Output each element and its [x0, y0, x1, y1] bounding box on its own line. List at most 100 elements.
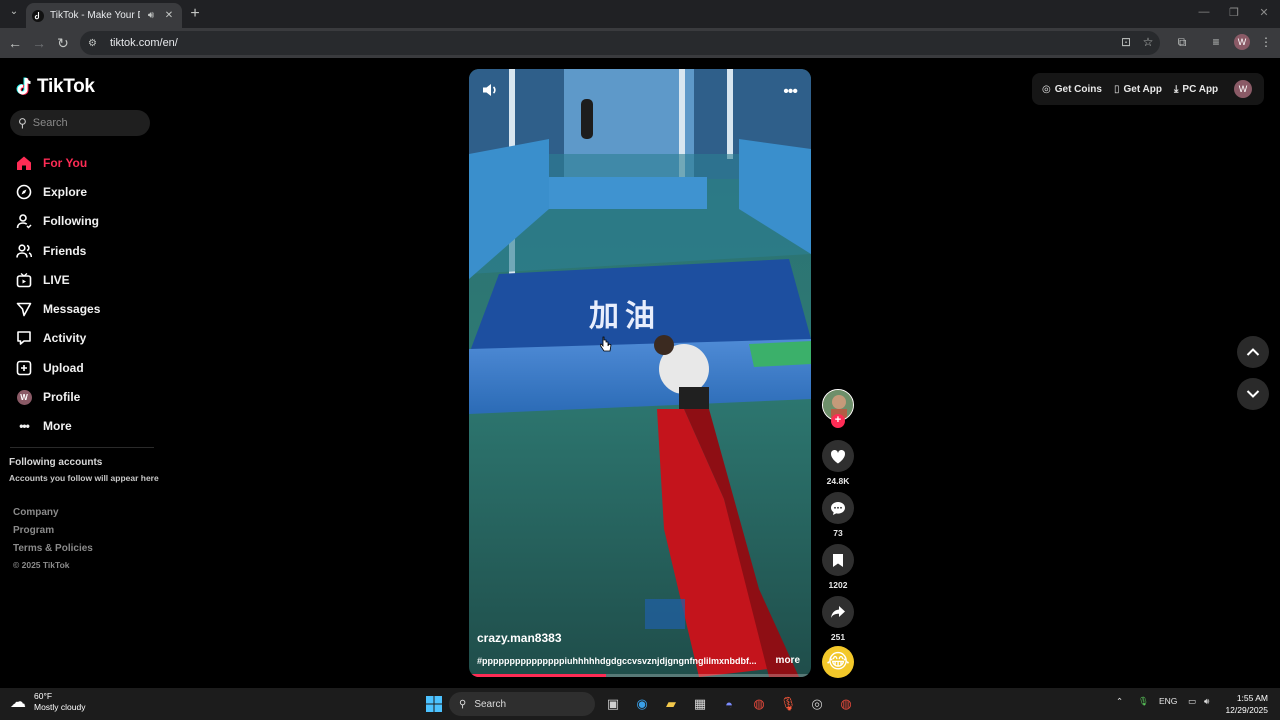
window-close-icon[interactable]: ✕ — [1250, 6, 1278, 19]
tray-volume-icon[interactable]: 🔊︎ — [1204, 696, 1209, 707]
weather-widget[interactable]: ☁ 60°F Mostly cloudy — [10, 691, 86, 713]
brand-name: TikTok — [37, 76, 95, 97]
follow-plus-icon[interactable]: + — [831, 414, 845, 428]
share-count: 251 — [830, 632, 846, 642]
store-icon[interactable]: ▦ — [689, 693, 711, 715]
site-info-icon[interactable]: ⚙︎ — [88, 38, 102, 49]
browser-tab[interactable]: TikTok - Make Your Day 🔊︎ ✕ — [26, 3, 182, 28]
sidebar-item-label: Friends — [43, 243, 87, 258]
footer-link-terms[interactable]: Terms & Policies — [13, 543, 93, 554]
sidebar-item-more[interactable]: ••• More — [16, 412, 156, 441]
like-button[interactable] — [822, 440, 854, 472]
install-app-icon[interactable]: ⊡ — [1118, 35, 1134, 51]
sidebar-item-activity[interactable]: Activity — [16, 324, 156, 353]
url-field[interactable]: ⚙︎ tiktok.com/en/ — [80, 31, 1160, 55]
forward-icon[interactable]: → — [30, 34, 48, 52]
windows-start-icon[interactable] — [423, 693, 445, 715]
new-tab-button[interactable]: + — [186, 5, 204, 23]
video-progress-bar[interactable] — [469, 674, 811, 677]
footer-link-company[interactable]: Company — [13, 507, 59, 518]
sidebar-item-label: LIVE — [43, 272, 70, 287]
sidebar-item-label: Profile — [43, 390, 81, 405]
sidebar-item-explore[interactable]: Explore — [16, 177, 156, 206]
sidebar-item-label: Upload — [43, 360, 84, 375]
download-icon: ⤓ — [1174, 83, 1179, 95]
home-icon — [16, 155, 32, 171]
following-accounts-title: Following accounts — [9, 457, 103, 468]
tray-mic-icon[interactable]: 🎙︎ — [1138, 696, 1149, 707]
user-avatar[interactable]: W — [1234, 80, 1252, 98]
compass-icon — [16, 184, 32, 200]
share-icon — [831, 606, 845, 618]
search-input[interactable]: ⚲ Search — [10, 110, 150, 136]
discord-icon[interactable]: ◓ — [718, 693, 740, 715]
video-player[interactable]: 加油 ••• crazy.man8383 #pppppppppppppppiuh… — [469, 69, 811, 677]
microphone-app-icon[interactable]: 🎙︎ — [777, 693, 799, 715]
share-button[interactable] — [822, 596, 854, 628]
sidebar-item-label: Activity — [43, 331, 87, 346]
sidebar-item-label: For You — [43, 155, 88, 170]
tab-search-icon[interactable]: ⌄ — [6, 6, 22, 22]
taskbar-search[interactable]: ⚲ Search — [449, 692, 595, 716]
chrome-profile-icon[interactable]: ◍ — [835, 693, 857, 715]
following-accounts-subtitle: Accounts you follow will appear here — [9, 473, 159, 483]
tab-search-media-icon[interactable]: ≡ — [1208, 35, 1224, 51]
comment-count: 73 — [833, 528, 843, 538]
phone-icon: ▯ — [1113, 83, 1120, 95]
heart-icon — [830, 449, 846, 463]
sidebar-item-live[interactable]: LIVE — [16, 265, 156, 294]
volume-icon[interactable] — [481, 81, 499, 99]
speaker-icon[interactable]: 🔊︎ — [144, 10, 158, 21]
reload-icon[interactable]: ↻ — [54, 34, 72, 52]
video-banner-text: 加油 — [589, 299, 661, 334]
sidebar-item-profile[interactable]: W Profile — [16, 382, 156, 411]
pc-app-button[interactable]: ⤓ PC App — [1174, 84, 1218, 95]
chrome-menu-icon[interactable]: ⋮ — [1258, 35, 1274, 51]
task-view-icon[interactable]: ▣ — [602, 693, 624, 715]
language-indicator[interactable]: ENG — [1159, 696, 1177, 706]
tab-close-icon[interactable]: ✕ — [162, 10, 176, 21]
comment-button[interactable] — [822, 492, 854, 524]
maximize-icon[interactable]: ❐ — [1220, 6, 1248, 19]
laughing-emoji-icon[interactable]: 😂 — [822, 646, 854, 678]
browser-tab-strip: ⌄ TikTok - Make Your Day 🔊︎ ✕ + — ❐ ✕ — [0, 0, 1280, 28]
coin-icon: ◎ — [1042, 83, 1051, 95]
sidebar-item-for-you[interactable]: For You — [16, 148, 156, 177]
next-video-button[interactable] — [1237, 378, 1269, 410]
video-frame — [469, 69, 811, 677]
previous-video-button[interactable] — [1237, 336, 1269, 368]
caption-more-button[interactable]: more — [776, 655, 800, 666]
top-right-actions: ◎ Get Coins ▯ Get App ⤓ PC App — [1032, 73, 1264, 105]
video-username[interactable]: crazy.man8383 — [477, 631, 562, 645]
sidebar-item-label: More — [43, 419, 72, 434]
profile-avatar: W — [16, 389, 32, 405]
sidebar-item-upload[interactable]: Upload — [16, 353, 156, 382]
extensions-icon[interactable]: ⧉ — [1174, 35, 1190, 51]
tiktok-logo[interactable]: TikTok — [16, 76, 95, 98]
minimize-icon[interactable]: — — [1190, 6, 1218, 18]
file-explorer-icon[interactable]: ▰ — [660, 693, 682, 715]
system-clock[interactable]: 1:55 AM 12/29/2025 — [1222, 692, 1268, 716]
sidebar-item-label: Explore — [43, 184, 88, 199]
sidebar-item-messages[interactable]: Messages — [16, 294, 156, 323]
video-progress-fill — [469, 674, 606, 677]
edge-icon[interactable]: ◉ — [631, 693, 653, 715]
get-coins-button[interactable]: ◎ Get Coins — [1042, 84, 1102, 95]
tiktok-favicon-icon — [32, 9, 44, 22]
video-options-icon[interactable]: ••• — [783, 83, 798, 101]
more-icon: ••• — [19, 419, 30, 434]
tray-overflow-icon[interactable]: ⌃ — [1116, 696, 1123, 707]
tray-display-icon[interactable]: ▭ — [1188, 696, 1196, 707]
sidebar-item-following[interactable]: Following — [16, 207, 156, 236]
chrome-icon[interactable]: ◍ — [748, 693, 770, 715]
like-count: 24.8K — [826, 476, 850, 486]
footer-link-program[interactable]: Program — [13, 525, 54, 536]
messages-icon — [16, 301, 32, 317]
obs-icon[interactable]: ◎ — [806, 693, 828, 715]
bookmark-star-icon[interactable]: ☆ — [1140, 35, 1156, 51]
chrome-profile-avatar[interactable]: W — [1234, 34, 1250, 50]
sidebar-item-friends[interactable]: Friends — [16, 236, 156, 265]
save-button[interactable] — [822, 544, 854, 576]
back-icon[interactable]: ← — [6, 34, 24, 52]
get-app-button[interactable]: ▯ Get App — [1114, 84, 1162, 95]
